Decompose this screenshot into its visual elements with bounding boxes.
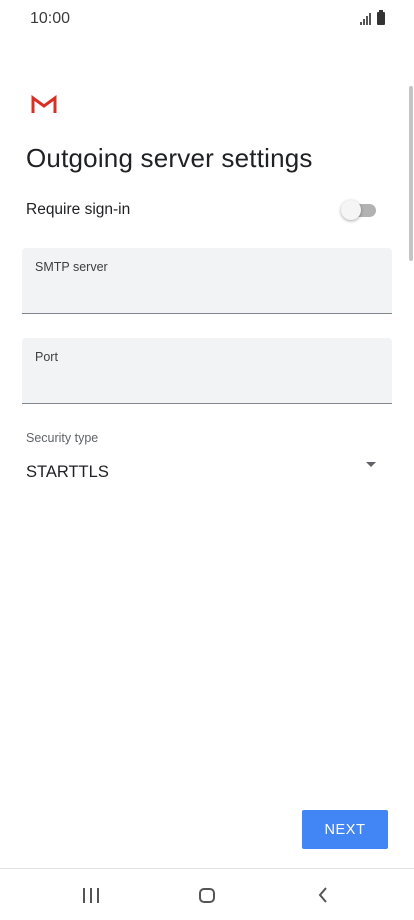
recents-button[interactable]: [76, 881, 106, 909]
recents-icon: [83, 887, 99, 903]
status-time: 10:00: [30, 10, 71, 27]
smtp-server-input[interactable]: [35, 280, 375, 306]
back-icon: [318, 887, 327, 903]
home-button[interactable]: [192, 881, 222, 909]
signal-icon: [360, 13, 371, 25]
smtp-server-field[interactable]: SMTP server: [22, 248, 392, 314]
home-icon: [199, 887, 215, 903]
screen: 10:00 Outgoing server settings Require s…: [0, 0, 414, 920]
port-label: Port: [35, 350, 58, 364]
port-field[interactable]: Port: [22, 338, 392, 404]
dropdown-arrow-icon[interactable]: [366, 462, 376, 467]
status-icons: [360, 10, 385, 25]
battery-icon: [377, 10, 385, 25]
navigation-bar: [0, 869, 414, 920]
security-type-label: Security type: [26, 431, 99, 445]
next-button[interactable]: NEXT: [302, 810, 388, 849]
gmail-logo-icon: [31, 95, 57, 113]
smtp-server-label: SMTP server: [35, 260, 108, 274]
page-title: Outgoing server settings: [26, 143, 313, 173]
security-type-dropdown[interactable]: STARTTLS: [26, 456, 382, 490]
toggle-thumb: [341, 200, 361, 220]
require-signin-label: Require sign-in: [26, 201, 131, 218]
security-type-value: STARTTLS: [26, 463, 109, 481]
back-button[interactable]: [308, 881, 338, 909]
port-input[interactable]: [35, 370, 375, 396]
scrollbar[interactable]: [409, 86, 413, 261]
require-signin-toggle[interactable]: [341, 200, 377, 220]
status-bar: 10:00: [0, 0, 414, 40]
